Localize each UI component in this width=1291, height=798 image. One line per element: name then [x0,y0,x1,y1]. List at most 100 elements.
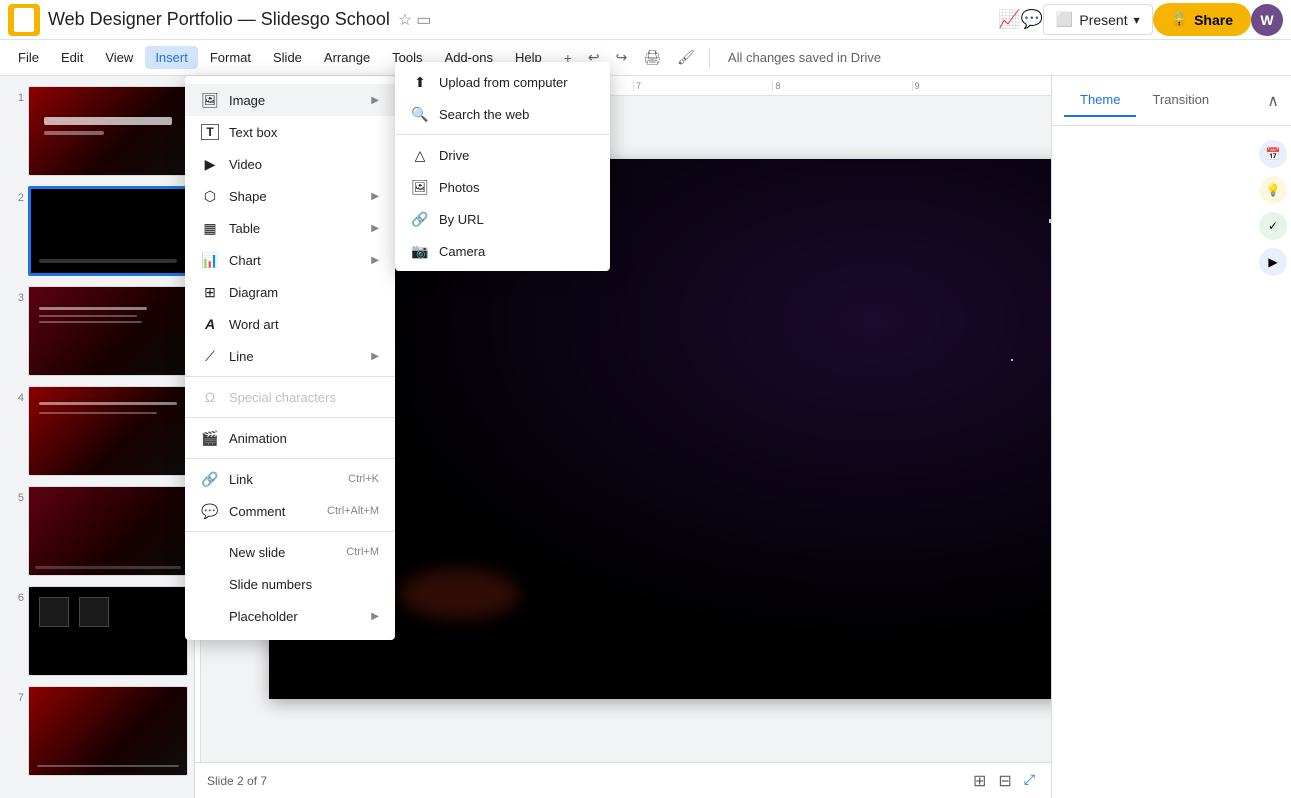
slide-thumb-5[interactable]: 5 [4,484,190,578]
insert-link-item[interactable]: 🔗 Link Ctrl+K [185,463,395,495]
insert-textbox-label: Text box [229,125,379,140]
slide-thumb-7[interactable]: 7 [4,684,190,778]
menu-file[interactable]: File [8,46,49,69]
tab-transition[interactable]: Transition [1136,84,1225,117]
slide-img-2 [28,186,188,276]
calendar-icon[interactable]: 📅 [1259,140,1287,168]
shape-icon: ⬡ [201,188,219,205]
list-view-button[interactable]: ⊟ [994,767,1015,795]
insert-textbox-item[interactable]: T Text box [185,116,395,148]
insert-shape-item[interactable]: ⬡ Shape ▶ [185,180,395,212]
expand-button[interactable]: ⤢ [1020,767,1039,795]
print-icon[interactable]: 🖨 [637,45,667,70]
redo-icon[interactable]: ↪ [610,45,634,70]
comment-icon[interactable]: 💬 [1021,9,1043,30]
right-panel: Theme Transition ∧ [1051,76,1291,798]
menu-slide[interactable]: Slide [263,46,312,69]
insert-comment-label: Comment [229,504,317,519]
expand-side-icon[interactable]: ▶ [1259,248,1287,276]
slide-thumb-3[interactable]: 3 [4,284,190,378]
collapse-panel-button[interactable]: ∧ [1267,91,1279,111]
drive-icon: △ [411,147,429,164]
share-label: Share [1194,12,1233,28]
present-dropdown-arrow[interactable]: ▾ [1134,13,1140,27]
insert-new-slide-label: New slide [229,545,336,560]
insert-table-item[interactable]: ▦ Table ▶ [185,212,395,244]
avatar[interactable]: W [1251,4,1283,36]
present-button[interactable]: ⬜ Present ▾ [1043,4,1153,35]
grid-view-button[interactable]: ⊞ [969,767,990,795]
insert-placeholder-label: Placeholder [229,609,361,624]
share-button[interactable]: 🔒 Share [1153,3,1251,36]
insert-animation-item[interactable]: 🎬 Animation [185,422,395,454]
present-label: Present [1079,12,1127,28]
menu-edit[interactable]: Edit [51,46,93,69]
trend-icon[interactable]: 📈 [998,9,1020,30]
link-shortcut: Ctrl+K [348,473,379,485]
image-search-web-label: Search the web [439,107,594,122]
insert-slide-numbers-item[interactable]: Slide numbers [185,568,395,600]
insert-menu-section-4: 🔗 Link Ctrl+K 💬 Comment Ctrl+Alt+M [185,459,395,532]
table-icon: ▦ [201,220,219,237]
image-drive-item[interactable]: △ Drive [395,139,610,171]
insert-shape-label: Shape [229,189,361,204]
right-panel-header: Theme Transition ∧ [1052,76,1291,126]
slide-thumb-1[interactable]: 1 [4,84,190,178]
slide-img-6 [28,586,188,676]
placeholder-arrow-icon: ▶ [371,611,379,622]
wordart-icon: A [201,316,219,332]
image-photos-label: Photos [439,180,594,195]
tab-theme[interactable]: Theme [1064,84,1136,117]
slide-num-1: 1 [6,86,24,104]
diagram-icon: ⊞ [201,284,219,301]
view-buttons: ⊞ ⊟ ⤢ [969,767,1039,795]
video-icon: ▶ [201,156,219,173]
paint-format-icon[interactable]: 🖌 [671,45,701,70]
image-submenu-divider [395,134,610,135]
slide-thumb-6[interactable]: 6 [4,584,190,678]
image-upload-item[interactable]: ⬆ Upload from computer [395,66,610,98]
slide-img-1 [28,86,188,176]
slide-thumb-4[interactable]: 4 [4,384,190,478]
insert-wordart-label: Word art [229,317,379,332]
insert-line-item[interactable]: ⟋ Line ▶ [185,340,395,372]
image-arrow-icon: ▶ [371,95,379,106]
insert-image-item[interactable]: 🖼 Image ▶ [185,84,395,116]
toolbar-divider [709,48,710,68]
autosave-status: All changes saved in Drive [728,50,881,65]
image-url-item[interactable]: 🔗 By URL [395,203,610,235]
insert-video-item[interactable]: ▶ Video [185,148,395,180]
menu-insert[interactable]: Insert [145,46,198,69]
comment-shortcut: Ctrl+Alt+M [327,505,379,517]
check-circle-icon[interactable]: ✓ [1259,212,1287,240]
slide-thumb-2[interactable]: 2 [4,184,190,278]
menu-bar: File Edit View Insert Format Slide Arran… [0,40,1291,76]
insert-comment-item[interactable]: 💬 Comment Ctrl+Alt+M [185,495,395,527]
menu-view[interactable]: View [95,46,143,69]
ruler-mark-9: 9 [912,81,1051,91]
bottom-bar: Slide 2 of 7 ⊞ ⊟ ⤢ [195,762,1051,798]
insert-wordart-item[interactable]: A Word art [185,308,395,340]
chart-icon: 📊 [201,252,219,269]
insert-new-slide-item[interactable]: New slide Ctrl+M [185,536,395,568]
image-search-web-item[interactable]: 🔍 Search the web [395,98,610,130]
insert-line-label: Line [229,349,361,364]
slide-img-7 [28,686,188,776]
menu-format[interactable]: Format [200,46,261,69]
lightbulb-icon[interactable]: 💡 [1259,176,1287,204]
comment-menu-icon: 💬 [201,503,219,520]
insert-diagram-item[interactable]: ⊞ Diagram [185,276,395,308]
image-photos-item[interactable]: 🖼 Photos [395,171,610,203]
star-icon[interactable]: ☆ [398,10,412,30]
chart-arrow-icon: ▶ [371,255,379,266]
slide-img-3 [28,286,188,376]
menu-arrange[interactable]: Arrange [314,46,380,69]
url-icon: 🔗 [411,211,429,228]
image-camera-item[interactable]: 📷 Camera [395,235,610,267]
insert-chart-item[interactable]: 📊 Chart ▶ [185,244,395,276]
search-web-icon: 🔍 [411,106,429,123]
insert-placeholder-item[interactable]: Placeholder ▶ [185,600,395,632]
insert-link-label: Link [229,472,338,487]
slide-panel[interactable]: 1 2 3 4 [0,76,195,798]
folder-icon[interactable]: ▭ [416,10,431,30]
